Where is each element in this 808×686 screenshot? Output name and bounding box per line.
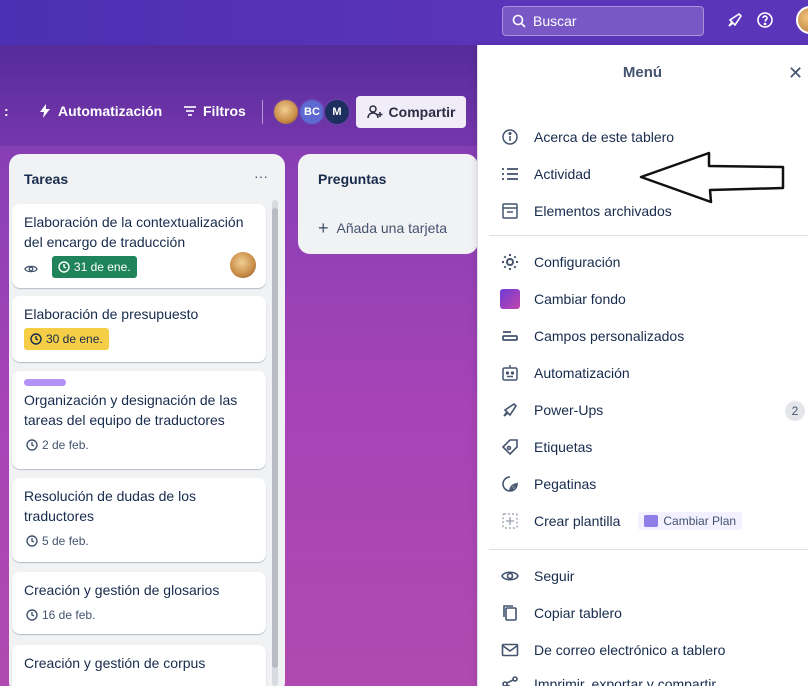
list-menu-button[interactable]: ··· xyxy=(254,168,268,184)
due-date-badge[interactable]: 30 de ene. xyxy=(24,328,109,350)
filter-icon xyxy=(184,106,196,116)
menu-item-stickers[interactable]: Pegatinas xyxy=(500,474,596,494)
card-title: Organización y designación de las tareas… xyxy=(24,392,238,428)
search-input[interactable]: Buscar xyxy=(502,6,704,36)
search-placeholder: Buscar xyxy=(533,13,577,29)
list-item[interactable]: Elaboración de la contextualización del … xyxy=(12,204,266,288)
upgrade-plan-chip[interactable]: Cambiar Plan xyxy=(638,512,743,530)
archive-icon xyxy=(500,201,520,221)
menu-item-copy-board[interactable]: Copiar tablero xyxy=(500,603,622,623)
eye-icon xyxy=(500,566,520,586)
list-item[interactable]: Organización y designación de las tareas… xyxy=(12,371,266,469)
clock-icon xyxy=(30,333,42,345)
annotation-arrow xyxy=(639,151,785,204)
tag-icon xyxy=(500,437,520,457)
add-person-icon xyxy=(366,105,383,119)
rocket-icon xyxy=(500,400,520,420)
menu-item-automation[interactable]: Automatización xyxy=(500,363,630,383)
clock-icon xyxy=(26,439,38,451)
list-preguntas xyxy=(298,154,478,254)
rocket-icon[interactable] xyxy=(724,9,746,31)
share-button[interactable]: Compartir xyxy=(356,96,466,128)
clock-icon xyxy=(58,261,70,273)
list-item[interactable]: Creación y gestión de glosarios 16 de fe… xyxy=(12,572,266,634)
clock-icon xyxy=(26,609,38,621)
menu-divider xyxy=(489,235,808,236)
gear-icon xyxy=(500,252,520,272)
menu-item-follow[interactable]: Seguir xyxy=(500,566,574,586)
clock-icon xyxy=(26,535,38,547)
filters-button[interactable]: Filtros xyxy=(183,103,246,119)
plus-icon: + xyxy=(318,218,329,238)
menu-item-settings[interactable]: Configuración xyxy=(500,252,620,272)
list-item[interactable]: Elaboración de presupuesto 30 de ene. xyxy=(12,296,266,362)
automation-icon xyxy=(500,363,520,383)
lightning-icon xyxy=(40,104,50,118)
menu-item-labels[interactable]: Etiquetas xyxy=(500,437,592,457)
filters-label: Filtros xyxy=(203,103,246,119)
copy-icon xyxy=(500,603,520,623)
due-date-badge[interactable]: 5 de feb. xyxy=(24,530,95,552)
background-swatch-icon xyxy=(500,289,520,309)
custom-fields-icon xyxy=(500,326,520,346)
menu-item-about[interactable]: Acerca de este tablero xyxy=(500,127,674,147)
share-icon xyxy=(500,674,520,686)
menu-item-email-to-board[interactable]: De correo electrónico a tablero xyxy=(500,640,725,660)
automation-button[interactable]: Automatización xyxy=(38,103,162,119)
menu-item-power-ups[interactable]: Power-Ups xyxy=(500,400,603,420)
menu-item-create-template[interactable]: Crear plantilla Cambiar Plan xyxy=(500,511,743,531)
member-avatar-photo[interactable] xyxy=(272,98,300,126)
list-title: Preguntas xyxy=(318,171,387,187)
due-date-badge[interactable]: 2 de feb. xyxy=(24,434,95,456)
add-card-label: Añada una tarjeta xyxy=(336,220,448,236)
menu-item-print-export-share[interactable]: Imprimir, exportar y compartir xyxy=(500,674,716,686)
list-title: Tareas xyxy=(24,171,69,187)
due-date-badge[interactable]: 16 de feb. xyxy=(24,604,101,626)
close-icon[interactable]: ✕ xyxy=(788,63,803,84)
menu-item-custom-fields[interactable]: Campos personalizados xyxy=(500,326,684,346)
mail-icon xyxy=(500,640,520,660)
header-divider xyxy=(262,100,263,124)
card-title: Elaboración de la contextualización del … xyxy=(24,214,244,250)
card-label[interactable] xyxy=(24,379,66,386)
card-title: Resolución de dudas de los traductores xyxy=(24,488,197,524)
menu-item-change-background[interactable]: Cambiar fondo xyxy=(500,289,626,309)
sticker-icon xyxy=(500,474,520,494)
card-member-avatar[interactable] xyxy=(230,252,256,278)
menu-divider xyxy=(489,549,808,550)
help-icon[interactable] xyxy=(754,9,776,31)
eye-icon xyxy=(24,262,42,276)
automation-label: Automatización xyxy=(58,103,163,119)
upgrade-icon xyxy=(644,515,659,527)
list-scrollbar-thumb[interactable] xyxy=(272,208,278,668)
info-icon xyxy=(500,127,520,147)
add-card-button[interactable]: + Añada una tarjeta xyxy=(318,218,448,238)
search-icon xyxy=(512,14,526,28)
menu-item-activity[interactable]: Actividad xyxy=(500,164,591,184)
card-title: Creación y gestión de corpus xyxy=(24,655,206,671)
list-item[interactable]: Creación y gestión de corpus xyxy=(12,645,266,686)
share-label: Compartir xyxy=(388,104,456,120)
card-title: Elaboración de presupuesto xyxy=(24,306,199,322)
card-title: Creación y gestión de glosarios xyxy=(24,582,220,598)
due-date-badge[interactable]: 31 de ene. xyxy=(51,256,137,278)
member-avatar-m[interactable]: M xyxy=(323,98,351,126)
list-item[interactable]: Resolución de dudas de los traductores 5… xyxy=(12,478,266,562)
template-icon xyxy=(500,511,520,531)
header-overflow: : xyxy=(4,103,9,119)
member-avatar-bc[interactable]: BC xyxy=(298,98,326,126)
activity-icon xyxy=(500,164,520,184)
power-ups-count-badge: 2 xyxy=(785,401,805,421)
menu-title: Menú xyxy=(622,64,663,81)
